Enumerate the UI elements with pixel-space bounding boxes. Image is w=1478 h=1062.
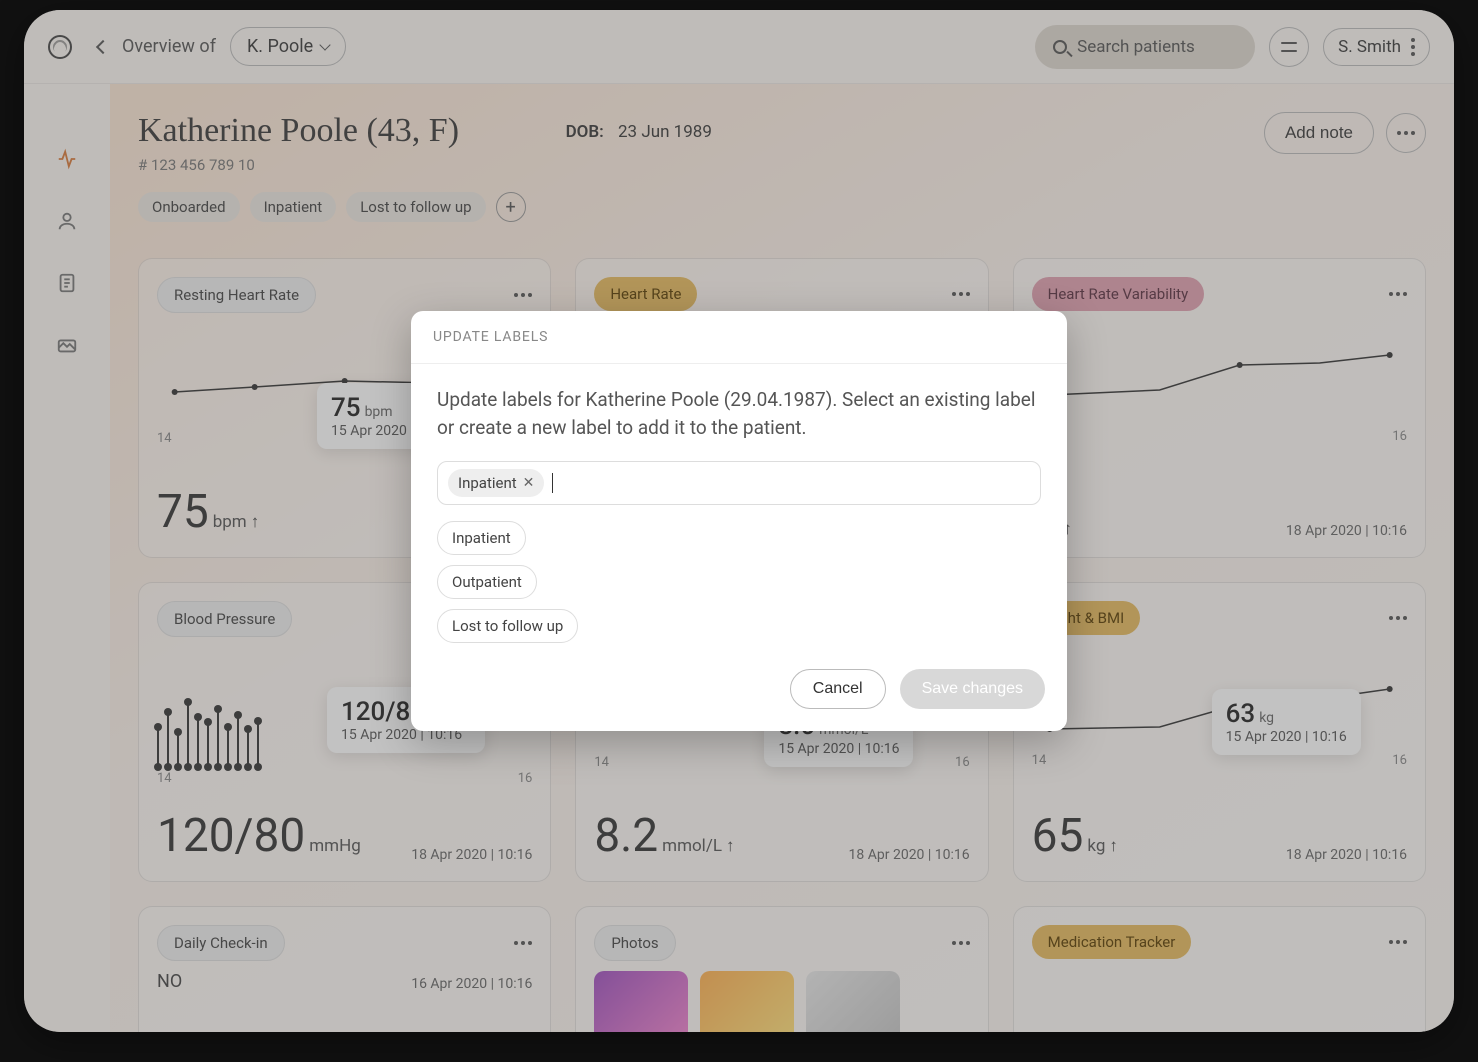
modal-title: UPDATE LABELS: [411, 311, 1067, 364]
update-labels-modal: UPDATE LABELS Update labels for Katherin…: [411, 311, 1067, 731]
label-input[interactable]: Inpatient ✕: [437, 461, 1041, 505]
remove-chip-icon[interactable]: ✕: [523, 475, 535, 491]
label-option-outpatient[interactable]: Outpatient: [437, 565, 537, 599]
label-option-lost[interactable]: Lost to follow up: [437, 609, 578, 643]
modal-scrim[interactable]: UPDATE LABELS Update labels for Katherin…: [24, 10, 1454, 1032]
save-changes-button[interactable]: Save changes: [900, 669, 1045, 709]
selected-label-chip[interactable]: Inpatient ✕: [448, 469, 544, 497]
cancel-button[interactable]: Cancel: [790, 669, 886, 709]
label-option-inpatient[interactable]: Inpatient: [437, 521, 526, 555]
modal-description: Update labels for Katherine Poole (29.04…: [437, 386, 1041, 441]
text-cursor: [552, 473, 553, 493]
